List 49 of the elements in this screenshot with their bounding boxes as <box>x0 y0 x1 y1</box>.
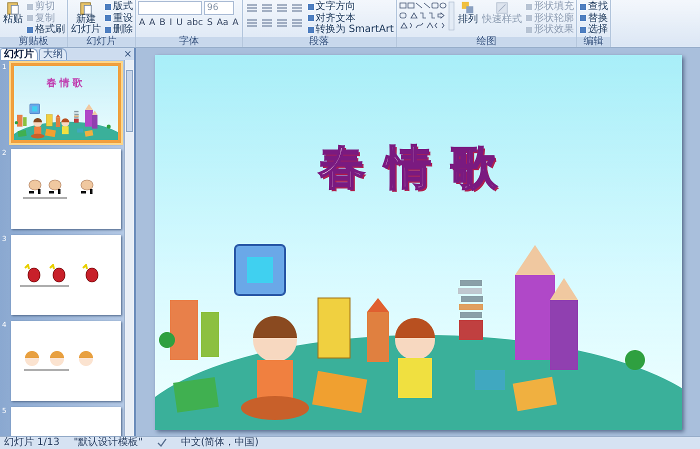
clapping-hands-drawing <box>23 179 95 199</box>
ribbon-command[interactable]: 格式刷 <box>26 24 65 36</box>
slide-thumbnail[interactable]: 春情歌 <box>11 63 121 143</box>
group-label: 段落 <box>242 37 396 47</box>
font-name-field[interactable] <box>138 1 202 15</box>
ribbon-command[interactable]: 重设 <box>104 12 133 24</box>
format-button[interactable]: A <box>231 18 240 29</box>
arrange-button[interactable]: 排列 <box>456 1 479 25</box>
paste-button[interactable]: 粘贴 <box>2 1 24 25</box>
group-label: 幻灯片 <box>68 37 135 47</box>
new-slide-button[interactable]: 新建 幻灯片 <box>70 1 102 35</box>
ribbon-command[interactable]: 对齐文本 <box>306 12 394 24</box>
close-button[interactable]: × <box>124 49 134 60</box>
ribbon-command[interactable]: 替换 <box>578 12 608 24</box>
format-button[interactable]: S <box>206 18 214 29</box>
format-button[interactable]: Aa <box>216 18 230 29</box>
spell-check-icon[interactable] <box>156 438 167 448</box>
pane-tab[interactable]: 大纲 <box>39 48 67 60</box>
slide-thumbnail[interactable] <box>11 149 121 229</box>
slide-counter: 幻灯片 1/13 <box>4 437 60 449</box>
language-label: 中文(简体，中国) <box>180 437 259 449</box>
group-label: 绘图 <box>396 37 576 47</box>
format-button[interactable]: A <box>148 18 156 29</box>
format-button[interactable]: B <box>158 18 167 29</box>
ribbon-command[interactable]: 版式 <box>104 1 133 12</box>
slide-thumbnail[interactable] <box>11 235 121 315</box>
ribbon-command[interactable]: 选择 <box>578 24 608 36</box>
format-button[interactable]: I <box>168 18 174 29</box>
format-button[interactable]: U <box>175 18 184 29</box>
ribbon-command[interactable]: 转换为 SmartArt <box>306 24 394 36</box>
ribbon-command[interactable]: 删除 <box>104 24 133 36</box>
scrollbar[interactable] <box>124 60 134 436</box>
cartoon-heads-drawing <box>24 351 94 371</box>
ribbon-command[interactable]: 文字方向 <box>306 1 394 12</box>
group-label: 字体 <box>136 37 242 47</box>
format-button[interactable]: A <box>138 18 146 29</box>
group-label: 编辑 <box>576 37 610 47</box>
stacked-squares-icon <box>460 1 476 15</box>
group-label: 剪贴板 <box>0 37 67 47</box>
shapes-gallery-icon[interactable] <box>398 1 455 31</box>
pane-tab[interactable]: 幻灯片 <box>0 48 38 60</box>
thumbnail-title: 春情歌 <box>46 78 86 90</box>
clipboard-icon <box>5 1 21 15</box>
format-button[interactable]: abc <box>186 18 204 29</box>
slide-thumbnail[interactable] <box>11 321 121 401</box>
slide-icon <box>78 1 94 15</box>
theme-name: "默认设计模板" <box>74 437 143 449</box>
ribbon-command[interactable]: 查找 <box>578 1 608 12</box>
slide-title: 春情歌 <box>318 138 518 196</box>
